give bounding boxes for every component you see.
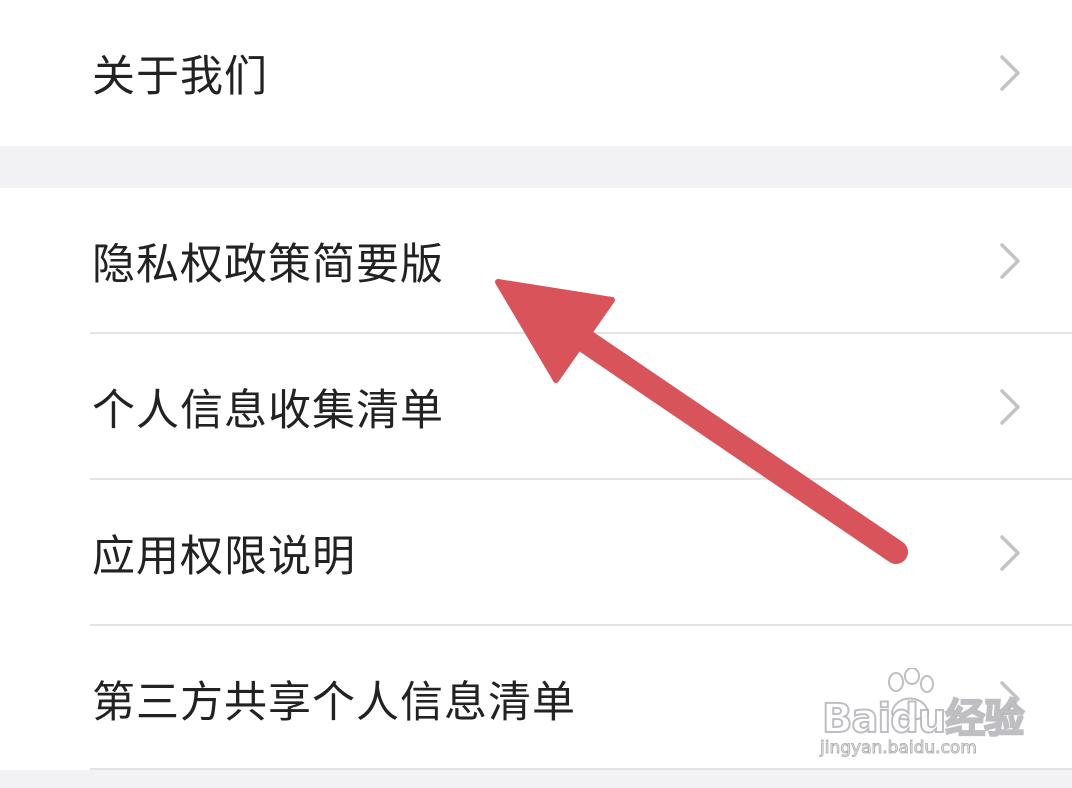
list-item-label: 隐私权政策简要版 <box>92 240 444 290</box>
settings-group-privacy: 隐私权政策简要版 个人信息收集清单 应用权限说明 第三方共享个人信息清单 <box>0 188 1072 770</box>
chevron-right-icon <box>1000 681 1020 717</box>
list-item-label: 第三方共享个人信息清单 <box>92 678 576 728</box>
chevron-right-icon <box>1000 389 1020 425</box>
list-item-app-permissions[interactable]: 应用权限说明 <box>0 480 1072 626</box>
list-item-label: 应用权限说明 <box>92 532 356 582</box>
list-item-personal-info-collection[interactable]: 个人信息收集清单 <box>0 334 1072 480</box>
settings-group-about: 关于我们 <box>0 0 1072 146</box>
list-item-about-us[interactable]: 关于我们 <box>0 0 1072 146</box>
chevron-right-icon <box>1000 535 1020 571</box>
divider <box>90 768 1072 770</box>
list-item-third-party-sharing[interactable]: 第三方共享个人信息清单 <box>0 626 1072 772</box>
list-item-label: 关于我们 <box>92 52 268 102</box>
chevron-right-icon <box>1000 55 1020 91</box>
chevron-right-icon <box>1000 243 1020 279</box>
list-item-privacy-policy-summary[interactable]: 隐私权政策简要版 <box>0 188 1072 334</box>
list-item-label: 个人信息收集清单 <box>92 386 444 436</box>
